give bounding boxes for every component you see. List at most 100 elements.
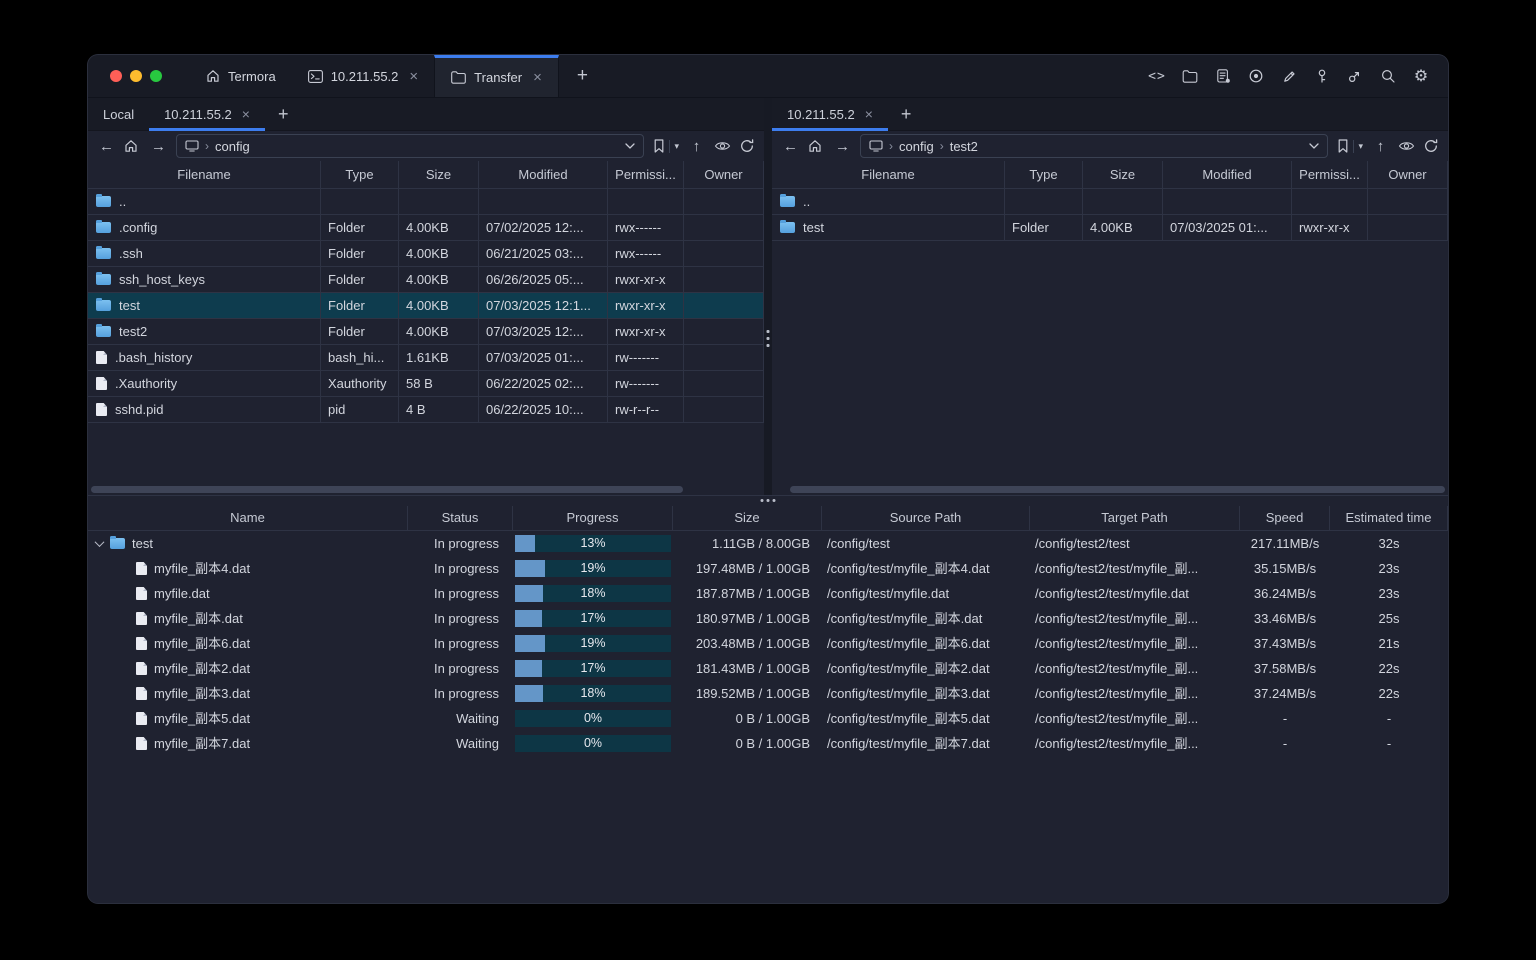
refresh-icon[interactable]: [1424, 139, 1438, 153]
column-header[interactable]: Estimated time: [1330, 506, 1448, 531]
file-row[interactable]: test Folder 4.00KB 07/03/2025 12:1... rw…: [88, 293, 764, 319]
show-hidden-icon[interactable]: [714, 140, 731, 152]
new-tab-button[interactable]: +: [559, 55, 606, 97]
home-button[interactable]: [124, 139, 141, 153]
panel-tab[interactable]: 10.211.55.2 ×: [149, 98, 265, 131]
transfer-row[interactable]: myfile_副本4.dat In progress 19% 197.48MB …: [88, 556, 1448, 581]
edit-icon[interactable]: [1280, 67, 1298, 85]
transfer-row[interactable]: myfile_副本2.dat In progress 17% 181.43MB …: [88, 656, 1448, 681]
close-icon[interactable]: ×: [409, 69, 418, 84]
upload-button[interactable]: ↑: [1372, 138, 1389, 155]
forward-button[interactable]: →: [834, 138, 851, 155]
column-header[interactable]: Filename: [88, 161, 321, 189]
bookmark-dropdown-icon[interactable]: ▾: [674, 141, 679, 152]
file-row[interactable]: .ssh Folder 4.00KB 06/21/2025 03:... rwx…: [88, 241, 764, 267]
file-row[interactable]: ..: [88, 189, 764, 215]
column-header[interactable]: Status: [408, 506, 513, 531]
file-owner: [684, 319, 764, 345]
file-row[interactable]: .config Folder 4.00KB 07/02/2025 12:... …: [88, 215, 764, 241]
bookmark-dropdown-icon[interactable]: ▾: [1358, 141, 1363, 152]
column-header[interactable]: Owner: [684, 161, 764, 189]
new-panel-tab-button[interactable]: +: [265, 98, 302, 130]
show-hidden-icon[interactable]: [1398, 140, 1415, 152]
right-path-breadcrumb[interactable]: › config › test2: [860, 134, 1329, 158]
computer-icon: [185, 140, 199, 152]
column-header[interactable]: Progress: [513, 506, 673, 531]
column-header[interactable]: Speed: [1240, 506, 1330, 531]
transfer-row[interactable]: myfile_副本5.dat Waiting 0% 0 B / 1.00GB /…: [88, 706, 1448, 731]
close-window-button[interactable]: [110, 70, 122, 82]
transfer-row[interactable]: myfile_副本.dat In progress 17% 180.97MB /…: [88, 606, 1448, 631]
transfer-row[interactable]: myfile_副本6.dat In progress 19% 203.48MB …: [88, 631, 1448, 656]
home-button[interactable]: [808, 139, 825, 153]
file-row[interactable]: ..: [772, 189, 1448, 215]
horizontal-splitter[interactable]: [88, 495, 1448, 506]
file-owner: [1368, 215, 1448, 241]
search-icon[interactable]: [1379, 67, 1397, 85]
key-icon[interactable]: [1313, 67, 1331, 85]
folder-icon: [96, 245, 111, 259]
breadcrumb-segment[interactable]: config: [215, 139, 250, 154]
column-header[interactable]: Permissi...: [608, 161, 684, 189]
column-header[interactable]: Target Path: [1030, 506, 1240, 531]
transfer-source-path: /config/test: [827, 536, 890, 551]
collapse-chevron-icon[interactable]: [94, 537, 105, 548]
column-header[interactable]: Filename: [772, 161, 1005, 189]
vertical-splitter[interactable]: [764, 98, 772, 495]
column-header[interactable]: Modified: [1163, 161, 1292, 189]
panel-tab[interactable]: Local ×: [88, 98, 149, 130]
close-icon[interactable]: ×: [865, 107, 873, 121]
bookmark-icon[interactable]: [653, 139, 665, 153]
column-header[interactable]: Owner: [1368, 161, 1448, 189]
panel-tab[interactable]: 10.211.55.2 ×: [772, 98, 888, 131]
column-header[interactable]: Name: [88, 506, 408, 531]
column-header[interactable]: Source Path: [822, 506, 1030, 531]
left-path-breadcrumb[interactable]: › config: [176, 134, 645, 158]
transfer-row[interactable]: myfile.dat In progress 18% 187.87MB / 1.…: [88, 581, 1448, 606]
column-header[interactable]: Type: [321, 161, 399, 189]
minimize-window-button[interactable]: [130, 70, 142, 82]
folder-icon[interactable]: [1181, 67, 1199, 85]
file-row[interactable]: test Folder 4.00KB 07/03/2025 01:... rwx…: [772, 215, 1448, 241]
breadcrumb-segment[interactable]: config: [899, 139, 934, 154]
chevron-down-icon[interactable]: [1309, 143, 1320, 149]
forward-button[interactable]: →: [150, 138, 167, 155]
column-header[interactable]: Type: [1005, 161, 1083, 189]
bookmark-icon[interactable]: [1337, 139, 1349, 153]
column-header[interactable]: Size: [399, 161, 479, 189]
file-row[interactable]: .Xauthority Xauthority 58 B 06/22/2025 0…: [88, 371, 764, 397]
transfer-row[interactable]: myfile_副本7.dat Waiting 0% 0 B / 1.00GB /…: [88, 731, 1448, 756]
titlebar-tab-termora[interactable]: Termora: [190, 55, 292, 97]
column-header[interactable]: Modified: [479, 161, 608, 189]
column-header[interactable]: Permissi...: [1292, 161, 1368, 189]
file-row[interactable]: sshd.pid pid 4 B 06/22/2025 10:... rw-r-…: [88, 397, 764, 423]
back-button[interactable]: ←: [98, 138, 115, 155]
transfer-row[interactable]: myfile_副本3.dat In progress 18% 189.52MB …: [88, 681, 1448, 706]
file-row[interactable]: test2 Folder 4.00KB 07/03/2025 12:... rw…: [88, 319, 764, 345]
titlebar-tab-host[interactable]: 10.211.55.2 ×: [292, 55, 434, 97]
settings-icon[interactable]: ⚙: [1412, 67, 1430, 85]
upload-button[interactable]: ↑: [688, 138, 705, 155]
new-panel-tab-button[interactable]: +: [888, 98, 925, 130]
transfer-row[interactable]: test In progress 13% 1.11GB / 8.00GB /co…: [88, 531, 1448, 556]
close-icon[interactable]: ×: [242, 107, 250, 121]
breadcrumb-segment[interactable]: test2: [950, 139, 978, 154]
chevron-down-icon[interactable]: [625, 143, 636, 149]
record-icon[interactable]: [1247, 67, 1265, 85]
horizontal-scrollbar[interactable]: [91, 486, 683, 493]
code-icon[interactable]: <>: [1148, 67, 1166, 85]
file-row[interactable]: ssh_host_keys Folder 4.00KB 06/26/2025 0…: [88, 267, 764, 293]
zoom-window-button[interactable]: [150, 70, 162, 82]
file-owner: [684, 267, 764, 293]
column-header[interactable]: Size: [1083, 161, 1163, 189]
keychain-icon[interactable]: [1346, 67, 1364, 85]
horizontal-scrollbar[interactable]: [790, 486, 1445, 493]
back-button[interactable]: ←: [782, 138, 799, 155]
log-icon[interactable]: [1214, 67, 1232, 85]
file-row[interactable]: .bash_history bash_hi... 1.61KB 07/03/20…: [88, 345, 764, 371]
file-panels-area: Local × 10.211.55.2 × + ← →: [88, 98, 1448, 495]
column-header[interactable]: Size: [673, 506, 822, 531]
close-icon[interactable]: ×: [533, 70, 542, 85]
refresh-icon[interactable]: [740, 139, 754, 153]
titlebar-tab-transfer[interactable]: Transfer ×: [434, 55, 559, 97]
